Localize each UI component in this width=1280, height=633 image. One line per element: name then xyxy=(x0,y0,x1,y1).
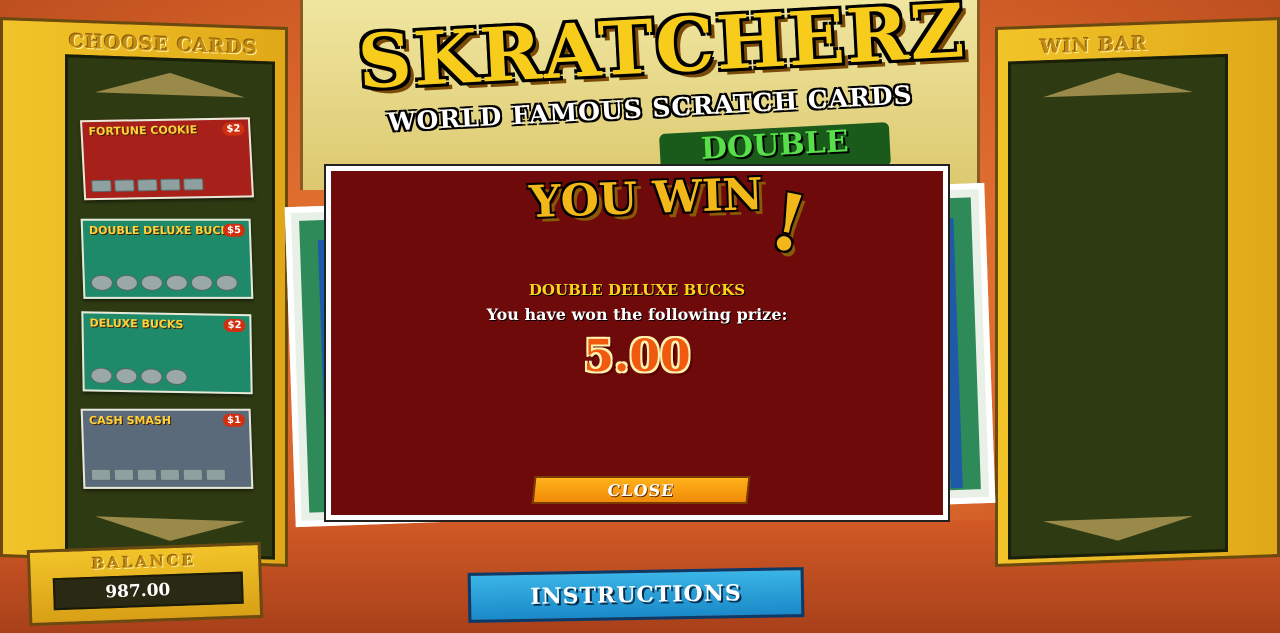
win-bar-area xyxy=(1008,53,1228,560)
prize-amount: 5.00 xyxy=(583,331,691,382)
win-bar-panel: WIN BAR xyxy=(995,17,1280,567)
balance-box: BALANCE 987.00 xyxy=(26,541,264,627)
card-price-badge: $5 xyxy=(222,223,246,237)
card-price-badge: $1 xyxy=(222,413,246,427)
balance-label: BALANCE xyxy=(91,551,197,573)
card-deluxe-bucks[interactable]: DELUXE BUCKS $2 xyxy=(81,311,253,395)
card-cash-smash[interactable]: CASH SMASH $1 xyxy=(80,408,254,489)
card-title: CASH SMASH xyxy=(88,413,172,427)
choose-cards-panel: CHOOSE CARDS FORTUNE COOKIE $2 DOUBLE DE… xyxy=(0,16,288,568)
card-title: DELUXE BUCKS xyxy=(89,316,184,332)
card-double-deluxe-bucks[interactable]: DOUBLE DELUXE BUCKS $5 xyxy=(80,218,254,299)
scroll-up-arrow-icon[interactable] xyxy=(95,70,245,98)
winning-game-name: DOUBLE DELUXE BUCKS xyxy=(528,281,746,299)
card-scratch-grid xyxy=(90,468,241,481)
card-title: FORTUNE COOKIE xyxy=(88,123,198,139)
card-price-badge: $2 xyxy=(223,318,246,333)
card-scratch-grid xyxy=(90,274,241,291)
win-message: You have won the following prize: xyxy=(486,305,788,324)
scroll-down-arrow-icon[interactable] xyxy=(1043,516,1193,544)
win-dialog: YOU WIN ! DOUBLE DELUXE BUCKS You have w… xyxy=(326,166,948,520)
card-list: FORTUNE COOKIE $2 DOUBLE DELUXE BUCKS $5… xyxy=(65,54,275,560)
scroll-down-arrow-icon[interactable] xyxy=(95,516,245,544)
scroll-up-arrow-icon[interactable] xyxy=(1043,70,1193,98)
card-scratch-grid xyxy=(90,367,240,386)
close-button[interactable]: CLOSE xyxy=(531,476,751,504)
card-title: DOUBLE DELUXE BUCKS xyxy=(88,223,238,237)
card-fortune-cookie[interactable]: FORTUNE COOKIE $2 xyxy=(80,117,254,201)
balance-value: 987.00 xyxy=(52,571,244,611)
instructions-button[interactable]: INSTRUCTIONS xyxy=(467,567,805,623)
card-price-badge: $2 xyxy=(222,122,245,136)
win-bar-title: WIN BAR xyxy=(1040,32,1148,59)
card-scratch-grid xyxy=(91,178,241,193)
you-win-title: YOU WIN xyxy=(528,168,764,229)
